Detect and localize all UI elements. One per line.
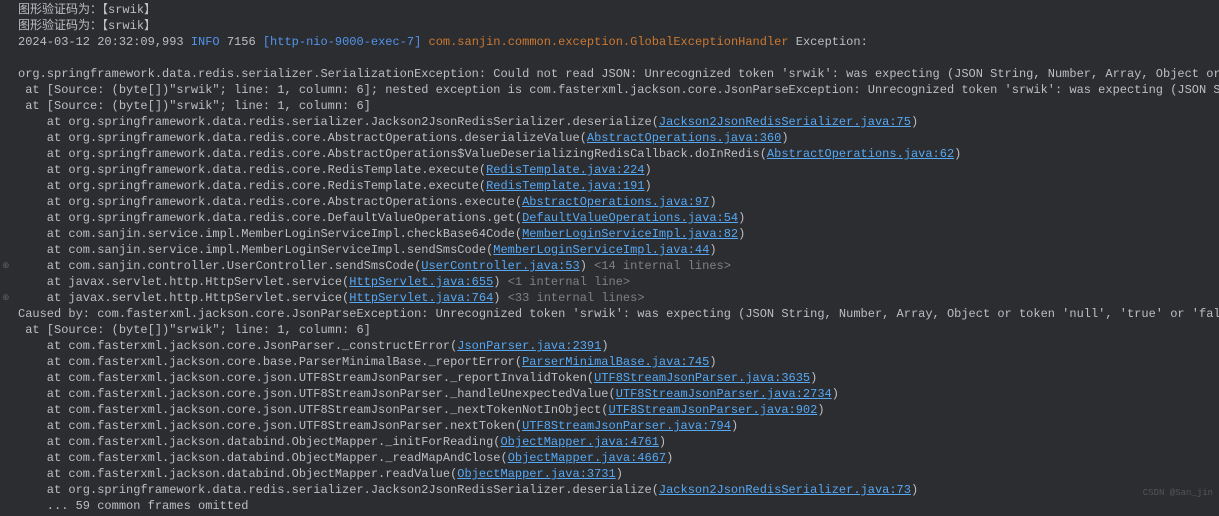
source-link[interactable]: DefaultValueOperations.java:54 <box>522 211 738 225</box>
log-line: org.springframework.data.redis.serialize… <box>18 66 1215 82</box>
source-link[interactable]: Jackson2JsonRedisSerializer.java:75 <box>659 115 911 129</box>
source-link[interactable]: ObjectMapper.java:4761 <box>500 435 658 449</box>
log-line: at com.fasterxml.jackson.core.json.UTF8S… <box>18 402 1215 418</box>
source-link[interactable]: ObjectMapper.java:4667 <box>508 451 666 465</box>
log-line: at javax.servlet.http.HttpServlet.servic… <box>18 274 1215 290</box>
source-link[interactable]: UTF8StreamJsonParser.java:794 <box>522 419 731 433</box>
log-line: 2024-03-12 20:32:09,993 INFO 7156 [http-… <box>18 34 1215 50</box>
log-line: at org.springframework.data.redis.core.A… <box>18 194 1215 210</box>
folded-lines[interactable]: <14 internal lines> <box>594 259 731 273</box>
source-link[interactable]: MemberLoginServiceImpl.java:44 <box>493 243 709 257</box>
log-line: at com.fasterxml.jackson.core.json.UTF8S… <box>18 370 1215 386</box>
expand-icon[interactable]: ⊕ <box>2 258 10 274</box>
log-line: ... 59 common frames omitted <box>18 498 1215 514</box>
source-link[interactable]: UTF8StreamJsonParser.java:902 <box>609 403 818 417</box>
source-link[interactable]: ParserMinimalBase.java:745 <box>522 355 709 369</box>
log-line: at javax.servlet.http.HttpServlet.servic… <box>18 290 1215 306</box>
gutter: ⊕⊕ <box>0 0 12 500</box>
log-line: at org.springframework.data.redis.core.R… <box>18 178 1215 194</box>
log-line: at com.fasterxml.jackson.core.json.UTF8S… <box>18 386 1215 402</box>
source-link[interactable]: JsonParser.java:2391 <box>457 339 601 353</box>
log-line: Caused by: com.fasterxml.jackson.core.Js… <box>18 306 1215 322</box>
source-link[interactable]: RedisTemplate.java:191 <box>486 179 644 193</box>
log-level: INFO <box>191 35 220 49</box>
source-link[interactable]: Jackson2JsonRedisSerializer.java:73 <box>659 483 911 497</box>
source-link[interactable]: MemberLoginServiceImpl.java:82 <box>522 227 738 241</box>
folded-lines[interactable]: <33 internal lines> <box>508 291 645 305</box>
log-line: 图形验证码为：【srwik】 <box>18 18 1215 34</box>
log-line: at com.fasterxml.jackson.databind.Object… <box>18 466 1215 482</box>
source-link[interactable]: UTF8StreamJsonParser.java:2734 <box>616 387 832 401</box>
log-line: at com.fasterxml.jackson.core.JsonParser… <box>18 338 1215 354</box>
log-line: at org.springframework.data.redis.core.A… <box>18 130 1215 146</box>
source-link[interactable]: UTF8StreamJsonParser.java:3635 <box>594 371 810 385</box>
log-line: at org.springframework.data.redis.serial… <box>18 114 1215 130</box>
source-link[interactable]: AbstractOperations.java:360 <box>587 131 781 145</box>
log-line: at com.fasterxml.jackson.databind.Object… <box>18 450 1215 466</box>
source-link[interactable]: RedisTemplate.java:224 <box>486 163 644 177</box>
log-line: at com.sanjin.service.impl.MemberLoginSe… <box>18 242 1215 258</box>
log-line: at [Source: (byte[])"srwik"; line: 1, co… <box>18 82 1215 98</box>
source-link[interactable]: AbstractOperations.java:62 <box>767 147 954 161</box>
log-line: at com.sanjin.service.impl.MemberLoginSe… <box>18 226 1215 242</box>
class-name: com.sanjin.common.exception.GlobalExcept… <box>429 35 789 49</box>
log-line: at [Source: (byte[])"srwik"; line: 1, co… <box>18 322 1215 338</box>
log-line <box>18 50 1215 66</box>
log-line: at [Source: (byte[])"srwik"; line: 1, co… <box>18 98 1215 114</box>
log-line: at com.fasterxml.jackson.core.base.Parse… <box>18 354 1215 370</box>
thread-name: [http-nio-9000-exec-7] <box>263 35 421 49</box>
log-line: at com.sanjin.controller.UserController.… <box>18 258 1215 274</box>
source-link[interactable]: UserController.java:53 <box>421 259 579 273</box>
log-line: at com.fasterxml.jackson.core.json.UTF8S… <box>18 418 1215 434</box>
log-line: at org.springframework.data.redis.core.D… <box>18 210 1215 226</box>
log-line: at org.springframework.data.redis.serial… <box>18 482 1215 498</box>
log-line: at com.fasterxml.jackson.databind.Object… <box>18 434 1215 450</box>
source-link[interactable]: ObjectMapper.java:3731 <box>457 467 615 481</box>
folded-lines[interactable]: <1 internal line> <box>508 275 630 289</box>
log-line: at org.springframework.data.redis.core.R… <box>18 162 1215 178</box>
console-output[interactable]: 图形验证码为：【srwik】图形验证码为：【srwik】2024-03-12 2… <box>14 0 1219 516</box>
log-line: at org.springframework.data.redis.core.A… <box>18 146 1215 162</box>
source-link[interactable]: HttpServlet.java:655 <box>349 275 493 289</box>
log-line: 图形验证码为：【srwik】 <box>18 2 1215 18</box>
expand-icon[interactable]: ⊕ <box>2 290 10 306</box>
source-link[interactable]: HttpServlet.java:764 <box>349 291 493 305</box>
watermark: CSDN @San_jin <box>1143 488 1213 498</box>
source-link[interactable]: AbstractOperations.java:97 <box>522 195 709 209</box>
